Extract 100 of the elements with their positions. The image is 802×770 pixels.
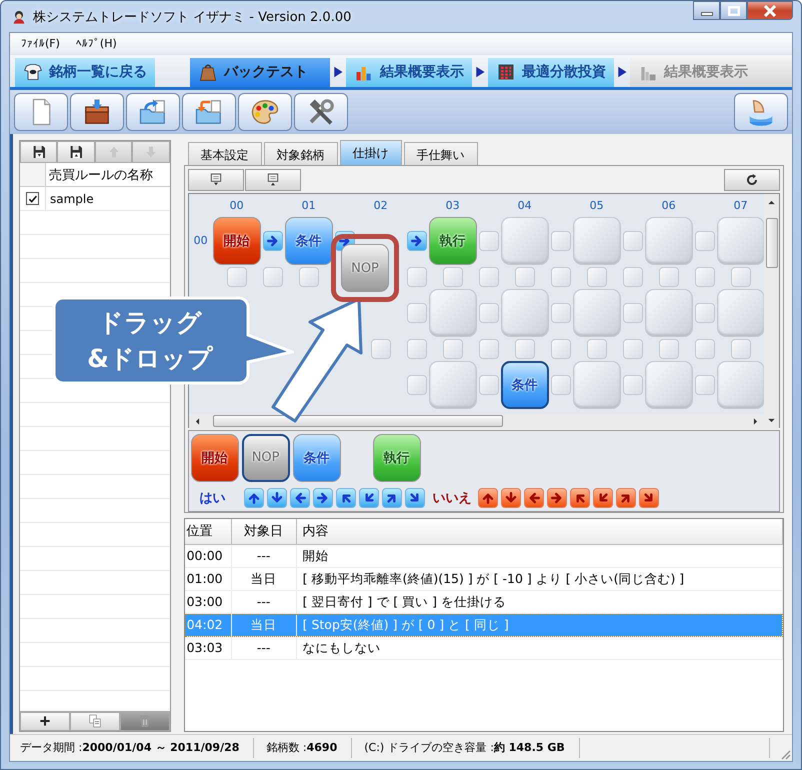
tab[interactable]: 仕掛け [340, 140, 402, 165]
link-slot[interactable] [370, 338, 391, 359]
link-slot[interactable] [514, 338, 535, 359]
link-slot[interactable] [694, 374, 715, 395]
copy-icon [86, 713, 103, 730]
empty-slot[interactable] [716, 216, 764, 265]
link-slot[interactable] [226, 266, 247, 287]
minimize-button[interactable] [693, 1, 720, 20]
link-slot[interactable] [478, 338, 499, 359]
table-row[interactable]: 01:00 当日 [ 移動平均乖離率(終値)(15) ] が [ -10 ] より [ 小さい(同じ含む) ] [184, 568, 783, 591]
nav-tab[interactable]: バックテスト [190, 58, 330, 87]
link-slot[interactable] [550, 230, 571, 251]
empty-slot[interactable] [644, 288, 693, 337]
table-row[interactable]: 03:03 --- なにもしない [184, 636, 783, 660]
menu-item[interactable]: ﾌｧｲﾙ(F) [13, 36, 68, 50]
nav-tab[interactable]: 最適分散投資 [488, 58, 614, 87]
scroll-thumb[interactable] [212, 415, 503, 428]
link-slot[interactable] [550, 266, 571, 287]
table-cell: --- [232, 544, 297, 568]
empty-slot[interactable] [644, 216, 693, 265]
empty-slot[interactable] [716, 360, 764, 409]
link-slot[interactable] [658, 266, 679, 287]
table-cell: 00:00 [184, 544, 232, 568]
link-slot[interactable] [622, 266, 643, 287]
tool-button[interactable] [57, 140, 95, 163]
empty-slot[interactable] [500, 216, 549, 265]
link-slot[interactable] [622, 302, 643, 323]
toolbar-button[interactable] [294, 93, 348, 132]
horizontal-scrollbar[interactable] [188, 414, 764, 429]
link-slot[interactable] [406, 302, 427, 323]
link-slot[interactable] [550, 302, 571, 323]
link-slot[interactable] [730, 266, 751, 287]
link-slot[interactable] [478, 266, 499, 287]
link-slot[interactable] [298, 266, 319, 287]
vertical-scrollbar[interactable] [764, 194, 779, 429]
link-slot[interactable] [442, 266, 463, 287]
close-button[interactable] [747, 1, 793, 20]
toolbar-button[interactable] [244, 168, 301, 191]
rule-name[interactable]: sample [46, 192, 94, 206]
tab[interactable]: 基本設定 [188, 142, 262, 165]
nav-tab[interactable]: 結果概要表示 [346, 58, 472, 87]
link-slot[interactable] [658, 338, 679, 359]
maximize-button[interactable] [720, 1, 747, 20]
link-slot[interactable] [478, 230, 499, 251]
column-header[interactable]: 対象日 [232, 518, 297, 544]
link-slot[interactable] [694, 266, 715, 287]
column-header[interactable]: 内容 [296, 518, 783, 544]
triangle-icon [616, 64, 628, 80]
execute-block[interactable]: 執行 [372, 434, 421, 482]
link-slot[interactable] [478, 302, 499, 323]
empty-slot[interactable] [572, 216, 621, 265]
app-icon [11, 8, 27, 24]
toolbar-button[interactable] [188, 168, 244, 191]
menu-item[interactable]: ﾍﾙﾌﾟ(H) [68, 36, 125, 50]
triangle-icon [474, 64, 486, 80]
link-slot[interactable] [622, 338, 643, 359]
scroll-thumb[interactable] [766, 218, 778, 268]
link-slot[interactable] [550, 338, 571, 359]
execute-block[interactable]: 執行 [428, 216, 477, 265]
link-slot[interactable] [406, 338, 427, 359]
tab[interactable]: 手仕舞い [404, 142, 478, 165]
link-slot[interactable] [694, 302, 715, 323]
maximize-icon [728, 6, 740, 16]
empty-slot[interactable] [500, 288, 549, 337]
link-slot[interactable] [442, 338, 463, 359]
tab[interactable]: 対象銘柄 [264, 142, 338, 165]
shirt-icon [23, 62, 43, 82]
toolbar-button[interactable] [70, 93, 124, 132]
action-button[interactable] [20, 712, 70, 731]
link-slot[interactable] [586, 338, 607, 359]
link-slot[interactable] [730, 338, 751, 359]
link-slot[interactable] [514, 266, 535, 287]
link-slot[interactable] [262, 266, 283, 287]
link-slot[interactable] [406, 266, 427, 287]
column-label: 05 [588, 198, 605, 214]
table-cell: [ 移動平均乖離率(終値)(15) ] が [ -10 ] より [ 小さい(同じ含む) ] [296, 568, 783, 591]
column-label: 04 [516, 198, 533, 214]
nav-tab[interactable]: 銘柄一覧に戻る [15, 58, 155, 87]
table-cell: 01:00 [184, 568, 232, 591]
empty-slot[interactable] [428, 288, 477, 337]
link-slot[interactable] [622, 230, 643, 251]
link-slot[interactable] [550, 374, 571, 395]
link-slot[interactable] [694, 230, 715, 251]
table-row[interactable]: 00:00 --- 開始 [184, 544, 783, 568]
link-slot[interactable] [622, 374, 643, 395]
link-slot[interactable] [694, 338, 715, 359]
empty-slot[interactable] [644, 360, 693, 409]
table-cell: [ Stop安(終値) ] が [ 0 ] と [ 同じ ] [296, 614, 783, 637]
link-slot[interactable] [406, 374, 427, 395]
refresh-button[interactable] [724, 168, 780, 191]
table-cell: 開始 [296, 544, 783, 568]
empty-slot[interactable] [572, 288, 621, 337]
link-slot[interactable] [586, 266, 607, 287]
empty-slot[interactable] [716, 288, 764, 337]
column-header[interactable]: 位置 [184, 518, 232, 544]
tool-button[interactable] [20, 140, 58, 163]
empty-slot[interactable] [572, 360, 621, 409]
empty-slot[interactable] [428, 360, 477, 409]
checkbox[interactable] [26, 192, 39, 206]
link-slot[interactable] [478, 374, 499, 395]
